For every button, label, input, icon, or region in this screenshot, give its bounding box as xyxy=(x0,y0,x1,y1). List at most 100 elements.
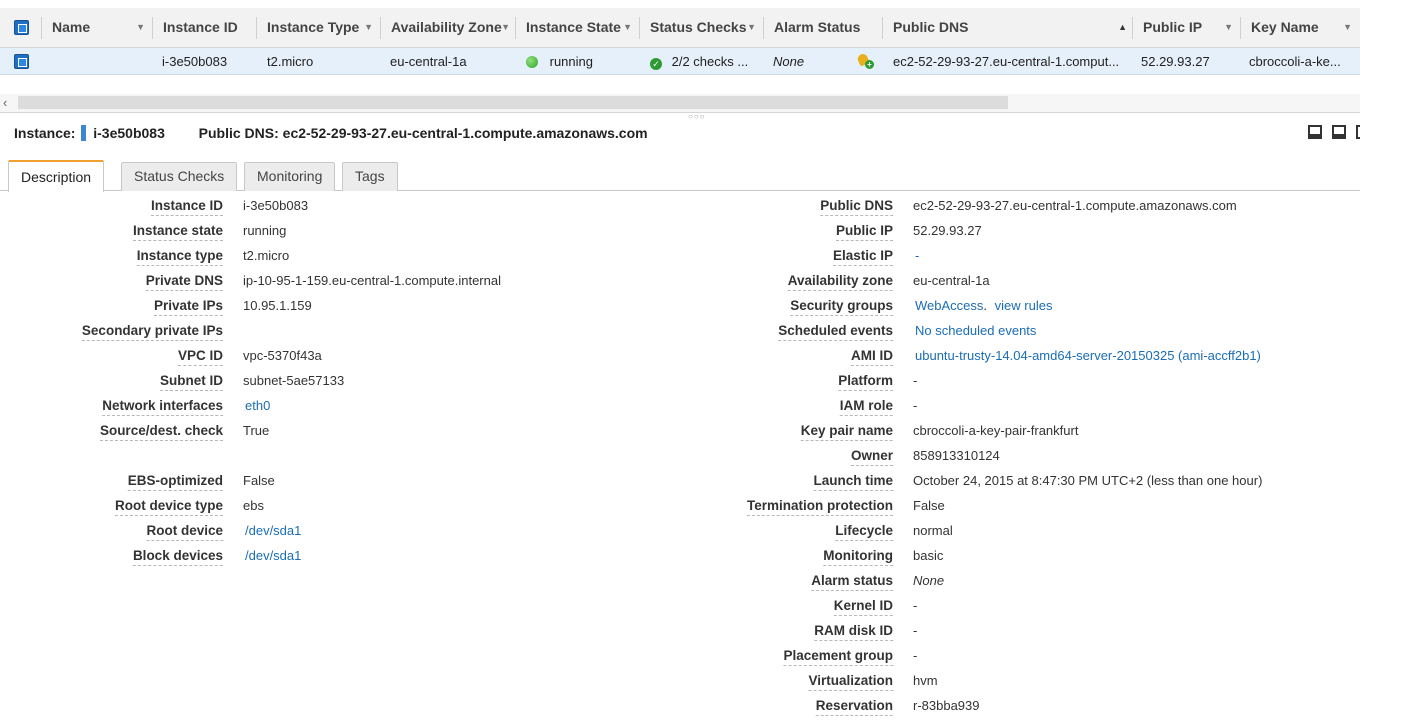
select-all-column xyxy=(0,8,42,48)
row-checkbox[interactable] xyxy=(14,54,29,69)
select-all-checkbox[interactable] xyxy=(14,20,29,35)
public-dns-label: Public DNS: xyxy=(198,125,279,141)
security-group-separator: . xyxy=(983,298,988,313)
caret-down-icon[interactable]: ▼ xyxy=(747,8,756,46)
value-key-pair-name: cbroccoli-a-key-pair-frankfurt xyxy=(913,423,1079,438)
cell-key-name: cbroccoli-a-ke... xyxy=(1249,54,1341,69)
maximize-pane-icon[interactable] xyxy=(1308,125,1322,139)
label-security-groups: Security groups xyxy=(790,297,893,316)
column-header-label: Availability Zone xyxy=(391,19,502,35)
label-public-dns: Public DNS xyxy=(820,197,893,216)
tab-description[interactable]: Description xyxy=(8,160,105,192)
cell-instance-state-text: running xyxy=(549,54,593,69)
caret-down-icon[interactable]: ▼ xyxy=(136,8,145,46)
caret-down-icon[interactable]: ▼ xyxy=(501,8,510,46)
value-public-dns: ec2-52-29-93-27.eu-central-1.compute.ama… xyxy=(913,198,1237,213)
drag-handle-icon[interactable]: ○○○ xyxy=(688,113,706,121)
value-instance-id: i-3e50b083 xyxy=(243,198,309,213)
label-alarm-status: Alarm status xyxy=(811,572,893,591)
column-header-name[interactable]: Name ▼ xyxy=(42,8,153,48)
value-vpc-id: vpc-5370f43a xyxy=(243,348,322,363)
label-root-device: Root device xyxy=(146,522,223,541)
value-kernel-id: - xyxy=(913,598,918,613)
column-header-instance-id[interactable]: Instance ID xyxy=(153,8,257,48)
value-launch-time: October 24, 2015 at 8:47:30 PM UTC+2 (le… xyxy=(913,473,1263,488)
instance-label: Instance: xyxy=(14,125,76,141)
label-reservation: Reservation xyxy=(815,697,893,716)
column-header-availability-zone[interactable]: Availability Zone ▼ xyxy=(381,8,516,48)
value-instance-state: running xyxy=(243,223,287,238)
label-private-ips: Private IPs xyxy=(153,297,223,316)
pane-splitter[interactable]: ○○○ xyxy=(0,112,1360,121)
value-iam-role: - xyxy=(913,398,918,413)
link-ami-id[interactable]: ubuntu-trusty-14.04-amd64-server-2015032… xyxy=(915,347,1261,365)
horizontal-scrollbar[interactable]: ‹ xyxy=(0,94,1360,112)
tab-tags[interactable]: Tags xyxy=(342,162,398,191)
label-root-device-type: Root device type xyxy=(114,497,223,516)
label-source-dest-check: Source/dest. check xyxy=(99,422,223,441)
cell-instance-type: t2.micro xyxy=(267,54,314,69)
create-alarm-icon[interactable]: + xyxy=(856,53,874,70)
value-lifecycle: normal xyxy=(913,523,953,538)
table-row[interactable]: i-3e50b083 t2.micro eu-central-1a runnin… xyxy=(0,48,1360,75)
column-header-instance-state[interactable]: Instance State ▼ xyxy=(516,8,640,48)
public-dns-heading: ec2-52-29-93-27.eu-central-1.compute.ama… xyxy=(282,125,648,141)
minimize-pane-icon[interactable] xyxy=(1356,125,1360,139)
link-no-scheduled-events[interactable]: No scheduled events xyxy=(915,322,1036,340)
instance-table-header: Name ▼ Instance ID Instance Type ▼ Avail… xyxy=(0,8,1360,48)
label-instance-id: Instance ID xyxy=(150,197,223,216)
ec2-console-frame: Name ▼ Instance ID Instance Type ▼ Avail… xyxy=(0,0,1360,727)
column-header-key-name[interactable]: Key Name ▼ xyxy=(1241,8,1360,48)
column-header-label: Alarm Status xyxy=(774,19,861,35)
column-header-status-checks[interactable]: Status Checks ▼ xyxy=(640,8,764,48)
cell-status-checks-text: 2/2 checks ... xyxy=(671,54,749,69)
caret-down-icon[interactable]: ▼ xyxy=(364,8,373,46)
label-iam-role: IAM role xyxy=(839,397,893,416)
link-webaccess[interactable]: WebAccess xyxy=(915,298,983,313)
column-header-label: Instance State xyxy=(526,19,621,35)
label-ram-disk-id: RAM disk ID xyxy=(814,622,893,641)
running-status-icon xyxy=(526,56,538,68)
value-private-dns: ip-10-95-1-159.eu-central-1.compute.inte… xyxy=(243,273,501,288)
label-instance-type: Instance type xyxy=(136,247,223,266)
column-header-public-ip[interactable]: Public IP ▼ xyxy=(1133,8,1241,48)
label-termination-protection: Termination protection xyxy=(746,497,893,516)
column-header-instance-type[interactable]: Instance Type ▼ xyxy=(257,8,381,48)
value-virtualization: hvm xyxy=(913,673,938,688)
caret-down-icon[interactable]: ▼ xyxy=(1343,8,1352,46)
link-root-device[interactable]: /dev/sda1 xyxy=(245,522,301,540)
caret-down-icon[interactable]: ▼ xyxy=(623,8,632,46)
label-private-dns: Private DNS xyxy=(145,272,223,291)
value-ebs-optimized: False xyxy=(243,473,275,488)
link-eth0[interactable]: eth0 xyxy=(245,397,270,415)
tab-monitoring[interactable]: Monitoring xyxy=(244,162,336,191)
column-header-alarm-status[interactable]: Alarm Status xyxy=(764,8,883,48)
label-scheduled-events: Scheduled events xyxy=(778,322,893,341)
scrollbar-thumb[interactable] xyxy=(18,96,1008,109)
instance-id-heading: i-3e50b083 xyxy=(93,125,165,141)
label-ebs-optimized: EBS-optimized xyxy=(127,472,223,491)
label-launch-time: Launch time xyxy=(813,472,893,491)
value-owner: 858913310124 xyxy=(913,448,1000,463)
column-header-public-dns[interactable]: Public DNS ▲ xyxy=(883,8,1133,48)
label-monitoring: Monitoring xyxy=(823,547,893,566)
value-source-dest-check: True xyxy=(243,423,270,438)
caret-down-icon[interactable]: ▼ xyxy=(1224,8,1233,46)
link-block-devices[interactable]: /dev/sda1 xyxy=(245,547,301,565)
selected-instance-header: Instance: i-3e50b083 Public DNS: ec2-52-… xyxy=(14,122,648,144)
link-view-rules[interactable]: view rules xyxy=(995,298,1053,313)
cell-public-ip: 52.29.93.27 xyxy=(1141,54,1210,69)
tab-status-checks[interactable]: Status Checks xyxy=(121,162,238,191)
split-pane-icon[interactable] xyxy=(1332,125,1346,139)
column-header-label: Instance ID xyxy=(163,19,238,35)
label-block-devices: Block devices xyxy=(132,547,223,566)
scroll-left-icon[interactable]: ‹ xyxy=(3,94,7,112)
label-vpc-id: VPC ID xyxy=(177,347,223,366)
label-ami-id: AMI ID xyxy=(851,347,893,366)
value-platform: - xyxy=(913,373,918,388)
label-availability-zone: Availability zone xyxy=(787,272,893,291)
value-elastic-ip: - xyxy=(915,248,920,263)
value-instance-type: t2.micro xyxy=(243,248,290,263)
sort-ascending-icon[interactable]: ▲ xyxy=(1118,8,1127,46)
label-network-interfaces: Network interfaces xyxy=(102,397,223,416)
